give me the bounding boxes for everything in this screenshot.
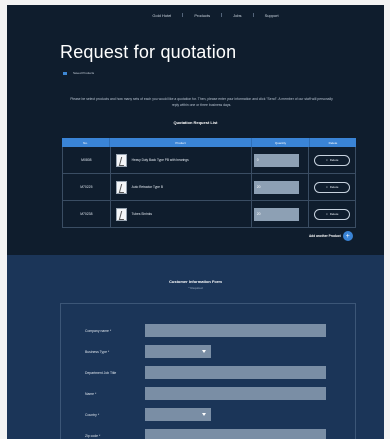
row-delete: × Delete: [309, 174, 355, 200]
close-icon: ×: [325, 185, 328, 189]
field-label: Department Job Title: [85, 370, 117, 375]
table-row: M0808 Heavy Duty Back Type PB with beari…: [62, 147, 356, 174]
delete-label: Delete: [329, 212, 339, 216]
zip-code-field: Zip code *: [85, 429, 326, 439]
country-select[interactable]: [145, 408, 211, 421]
company-name-field: Company name *: [85, 324, 326, 337]
field-label: Name *: [85, 391, 97, 396]
customer-form-section: Customer Information Form * Required Com…: [7, 255, 384, 439]
row-quantity: 20: [252, 201, 310, 227]
form-title: Customer Information Form: [169, 279, 222, 284]
delete-button[interactable]: × Delete: [314, 208, 351, 220]
product-thumbnail[interactable]: [115, 180, 127, 194]
nav-separator: [252, 13, 254, 17]
quotation-list-title: Quotation Request List: [173, 120, 218, 125]
row-delete: × Delete: [309, 147, 355, 173]
header-no: No.: [62, 138, 110, 147]
add-product-label: Add another Product: [309, 234, 341, 238]
row-product: Heavy Duty Back Type PB with bearings: [111, 147, 252, 173]
product-name[interactable]: Auto Retractor Type B: [132, 185, 163, 189]
business-type-select[interactable]: [145, 345, 211, 358]
row-quantity: 0: [252, 147, 310, 173]
quantity-input[interactable]: 20: [253, 180, 299, 194]
row-number: M70225: [63, 174, 111, 200]
nav-item-support[interactable]: Support: [265, 13, 279, 18]
plus-icon: +: [342, 231, 353, 241]
delete-label: Delete: [329, 185, 339, 189]
quantity-input[interactable]: 0: [253, 153, 299, 167]
delete-label: Delete: [329, 158, 339, 162]
header-quantity: Quantity: [252, 138, 310, 147]
product-thumbnail[interactable]: [115, 153, 127, 167]
nav-separator: [221, 13, 223, 17]
country-field: Country *: [85, 408, 211, 421]
chevron-down-icon: [202, 350, 206, 353]
top-nav: Gold Hotel Products Jobs Support: [7, 5, 384, 25]
intro-text: Please be select products and how many s…: [70, 97, 333, 107]
row-number: M70238: [63, 201, 111, 227]
name-field: Name *: [85, 387, 326, 400]
product-name[interactable]: Heavy Duty Back Type PB with bearings: [132, 158, 189, 162]
field-label: Business Type *: [85, 349, 110, 354]
nav-item-products[interactable]: Products: [194, 13, 210, 18]
product-thumbnail[interactable]: [115, 207, 127, 221]
row-quantity: 20: [252, 174, 310, 200]
customer-form: Company name * Business Type * Departmen…: [60, 303, 356, 439]
company-name-input[interactable]: [145, 324, 326, 337]
department-field: Department Job Title: [85, 366, 326, 379]
add-product-button[interactable]: Add another Product +: [309, 231, 353, 241]
header-product: Product: [110, 138, 252, 147]
product-name[interactable]: Tubes Shrinks: [132, 212, 152, 216]
quantity-input[interactable]: 20: [253, 207, 299, 221]
table-row: M70238 Tubes Shrinks 20 × Delete: [62, 201, 356, 228]
quotation-table: No. Product Quantity Delete M0808 Heavy …: [62, 138, 356, 228]
row-product: Auto Retractor Type B: [111, 174, 252, 200]
nav-item-gold-hotel[interactable]: Gold Hotel: [152, 13, 171, 18]
close-icon: ×: [325, 212, 328, 216]
field-label: Company name *: [85, 328, 112, 333]
chevron-down-icon: [202, 413, 206, 416]
nav-item-jobs[interactable]: Jobs: [233, 13, 241, 18]
business-type-field: Business Type *: [85, 345, 211, 358]
page: Gold Hotel Products Jobs Support Request…: [7, 5, 384, 439]
breadcrumb: Saved Products: [63, 71, 94, 75]
name-input[interactable]: [145, 387, 326, 400]
breadcrumb-current: Saved Products: [73, 71, 95, 75]
header-delete: Delete: [328, 140, 338, 145]
row-number: M0808: [63, 147, 111, 173]
home-icon[interactable]: [63, 71, 67, 75]
field-label: Country *: [85, 412, 100, 417]
page-title: Request for quotation: [60, 42, 237, 62]
zip-code-input[interactable]: [145, 429, 326, 439]
delete-button[interactable]: × Delete: [314, 154, 351, 166]
row-product: Tubes Shrinks: [111, 201, 252, 227]
table-row: M70225 Auto Retractor Type B 20 × Delete: [62, 174, 356, 201]
field-label: Zip code *: [85, 433, 101, 438]
form-required-note: * Required: [188, 286, 203, 290]
department-input[interactable]: [145, 366, 326, 379]
row-delete: × Delete: [309, 201, 355, 227]
nav-separator: [182, 13, 184, 17]
delete-button[interactable]: × Delete: [314, 181, 351, 193]
close-icon: ×: [325, 158, 328, 162]
table-header: No. Product Quantity Delete: [62, 138, 356, 147]
